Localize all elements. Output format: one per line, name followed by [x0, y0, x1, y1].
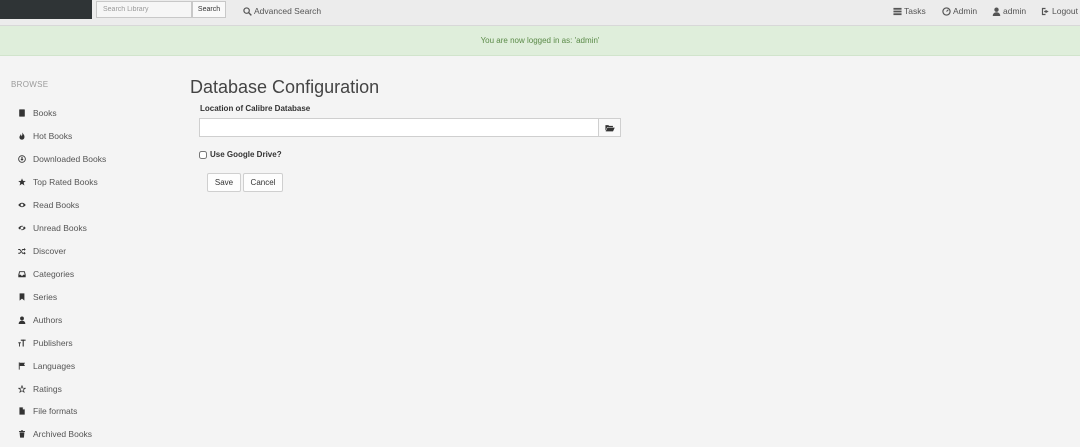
advanced-search-link[interactable]: Advanced Search [243, 5, 321, 17]
search-input[interactable] [96, 1, 192, 18]
advanced-search-label: Advanced Search [254, 6, 322, 16]
use-google-drive-option[interactable]: Use Google Drive? [199, 150, 282, 159]
sidebar-item-label: Read Books [33, 200, 80, 210]
page-title: Database Configuration [190, 77, 380, 97]
sidebar-item-series[interactable]: Series [18, 290, 57, 304]
sidebar-item-books[interactable]: Books [18, 106, 57, 120]
sidebar-item-label: Authors [33, 315, 63, 325]
sidebar-item-discover[interactable]: Discover [18, 244, 66, 258]
book-icon [18, 109, 26, 117]
sidebar-item-ratings[interactable]: Ratings [18, 382, 62, 396]
star-icon [18, 178, 26, 186]
sidebar-item-label: Publishers [33, 338, 73, 348]
admin-link[interactable]: Admin [942, 5, 977, 17]
sidebar-item-label: Hot Books [33, 131, 73, 141]
tasks-label: Tasks [904, 6, 926, 16]
sidebar-item-label: Ratings [33, 384, 62, 394]
sidebar-item-languages[interactable]: Languages [18, 359, 75, 373]
sidebar-item-file-formats[interactable]: File formats [18, 404, 77, 418]
login-success-alert: You are now logged in as: 'admin' [0, 26, 1080, 56]
use-google-drive-label: Use Google Drive? [210, 150, 282, 159]
save-button[interactable]: Save [207, 173, 241, 192]
text-size-icon [18, 339, 26, 347]
bookmark-icon [18, 293, 26, 301]
user-profile-link[interactable]: admin [992, 5, 1026, 17]
browse-heading: BROWSE [11, 80, 49, 89]
fire-icon [18, 132, 26, 140]
db-location-label: Location of Calibre Database [200, 104, 311, 113]
sidebar-item-label: Categories [33, 269, 75, 279]
sidebar-item-label: Languages [33, 361, 76, 371]
search-button[interactable]: Search [192, 1, 226, 18]
sidebar-item-read-books[interactable]: Read Books [18, 198, 79, 212]
top-navbar: Search Advanced Search Tasks Admin admin… [0, 0, 1080, 26]
folder-open-icon [604, 124, 615, 131]
tasks-link[interactable]: Tasks [893, 5, 926, 17]
tasks-icon [893, 7, 902, 15]
sidebar-item-downloaded-books[interactable]: Downloaded Books [18, 152, 106, 166]
sidebar-item-label: Discover [33, 246, 67, 256]
sidebar-item-label: Downloaded Books [33, 154, 107, 164]
sidebar-item-top-rated-books[interactable]: Top Rated Books [18, 175, 98, 189]
shuffle-icon [18, 247, 26, 255]
sidebar-item-categories[interactable]: Categories [18, 267, 74, 281]
db-location-input[interactable] [199, 118, 598, 137]
eye-icon [18, 201, 26, 209]
sidebar-item-label: Unread Books [33, 223, 87, 233]
logout-link[interactable]: Logout [1041, 5, 1078, 17]
search-icon [243, 6, 252, 16]
use-google-drive-checkbox[interactable] [199, 150, 207, 159]
sidebar-item-authors[interactable]: Authors [18, 313, 62, 327]
flag-icon [18, 362, 26, 370]
sidebar-item-publishers[interactable]: Publishers [18, 336, 73, 350]
star-outline-icon [18, 385, 26, 393]
browse-folder-button[interactable] [598, 118, 621, 137]
admin-label: Admin [953, 6, 978, 16]
sidebar-item-label: Archived Books [33, 429, 93, 439]
file-icon [18, 407, 26, 415]
trash-icon [18, 430, 26, 438]
logout-icon [1041, 7, 1049, 15]
sidebar-item-label: Books [33, 108, 57, 118]
sidebar-item-label: Top Rated Books [33, 177, 98, 187]
sidebar-item-hot-books[interactable]: Hot Books [18, 129, 72, 143]
inbox-icon [18, 270, 26, 278]
eye-slash-icon [18, 224, 26, 232]
flash-message: You are now logged in as: 'admin' [480, 36, 600, 45]
cancel-button[interactable]: Cancel [243, 173, 283, 192]
sidebar-item-label: File formats [33, 406, 78, 416]
logout-label: Logout [1052, 6, 1078, 16]
brand-logo[interactable] [0, 0, 92, 19]
sidebar-item-archived-books[interactable]: Archived Books [18, 427, 92, 441]
user-icon [992, 7, 1001, 16]
user-icon [18, 316, 26, 324]
dashboard-icon [942, 6, 951, 16]
download-icon [18, 155, 26, 163]
user-label: admin [1003, 6, 1027, 16]
sidebar-item-label: Series [33, 292, 58, 302]
sidebar-item-unread-books[interactable]: Unread Books [18, 221, 87, 235]
